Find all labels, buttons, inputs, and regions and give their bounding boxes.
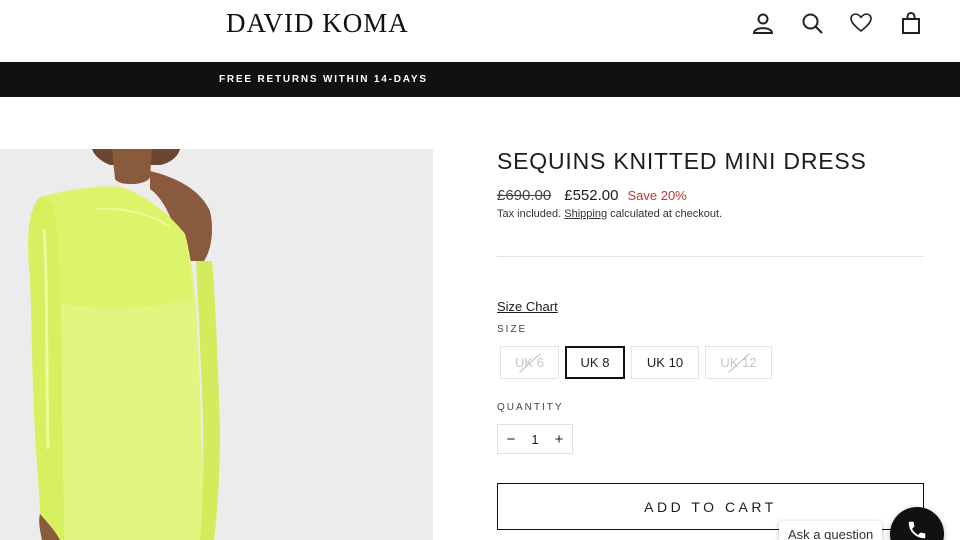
size-chart-link[interactable]: Size Chart bbox=[497, 299, 558, 314]
product-title: SEQUINS KNITTED MINI DRESS bbox=[497, 148, 867, 174]
brand-logo[interactable]: DAVID KOMA bbox=[226, 8, 409, 39]
size-selector: UK 6 UK 8 UK 10 UK 12 bbox=[500, 346, 772, 379]
size-option-uk-12[interactable]: UK 12 bbox=[705, 346, 772, 379]
site-header: DAVID KOMA bbox=[0, 0, 960, 62]
quantity-decrease-button[interactable]: − bbox=[504, 431, 518, 448]
wishlist-heart-icon[interactable] bbox=[847, 9, 875, 37]
announcement-text: FREE RETURNS WITHIN 14-DAYS bbox=[219, 74, 428, 85]
price-block: £690.00 £552.00 Save 20% bbox=[497, 187, 687, 204]
quantity-stepper: − 1 + bbox=[497, 424, 573, 454]
sale-price: £552.00 bbox=[564, 187, 619, 204]
cart-bag-icon[interactable] bbox=[897, 9, 925, 37]
account-icon[interactable] bbox=[749, 9, 777, 37]
product-photo-illustration bbox=[0, 149, 433, 540]
size-label: SIZE bbox=[497, 324, 528, 335]
search-icon[interactable] bbox=[798, 9, 826, 37]
size-option-uk-10[interactable]: UK 10 bbox=[631, 346, 699, 379]
shipping-link[interactable]: Shipping bbox=[564, 208, 607, 220]
quantity-value[interactable]: 1 bbox=[531, 432, 538, 447]
divider bbox=[497, 256, 924, 257]
quantity-increase-button[interactable]: + bbox=[552, 431, 566, 448]
tax-prefix: Tax included. bbox=[497, 208, 562, 220]
size-option-uk-8[interactable]: UK 8 bbox=[565, 346, 625, 379]
phone-icon bbox=[908, 521, 926, 539]
tax-suffix: calculated at checkout. bbox=[610, 208, 723, 220]
ask-question-button[interactable]: Ask a question bbox=[779, 521, 883, 540]
announcement-bar: FREE RETURNS WITHIN 14-DAYS bbox=[0, 62, 960, 97]
save-badge: Save 20% bbox=[627, 188, 687, 203]
original-price: £690.00 bbox=[497, 187, 552, 204]
product-image[interactable] bbox=[0, 149, 433, 540]
quantity-label: QUANTITY bbox=[497, 402, 564, 413]
tax-note: Tax included. Shipping calculated at che… bbox=[497, 208, 722, 220]
size-option-uk-6[interactable]: UK 6 bbox=[500, 346, 559, 379]
